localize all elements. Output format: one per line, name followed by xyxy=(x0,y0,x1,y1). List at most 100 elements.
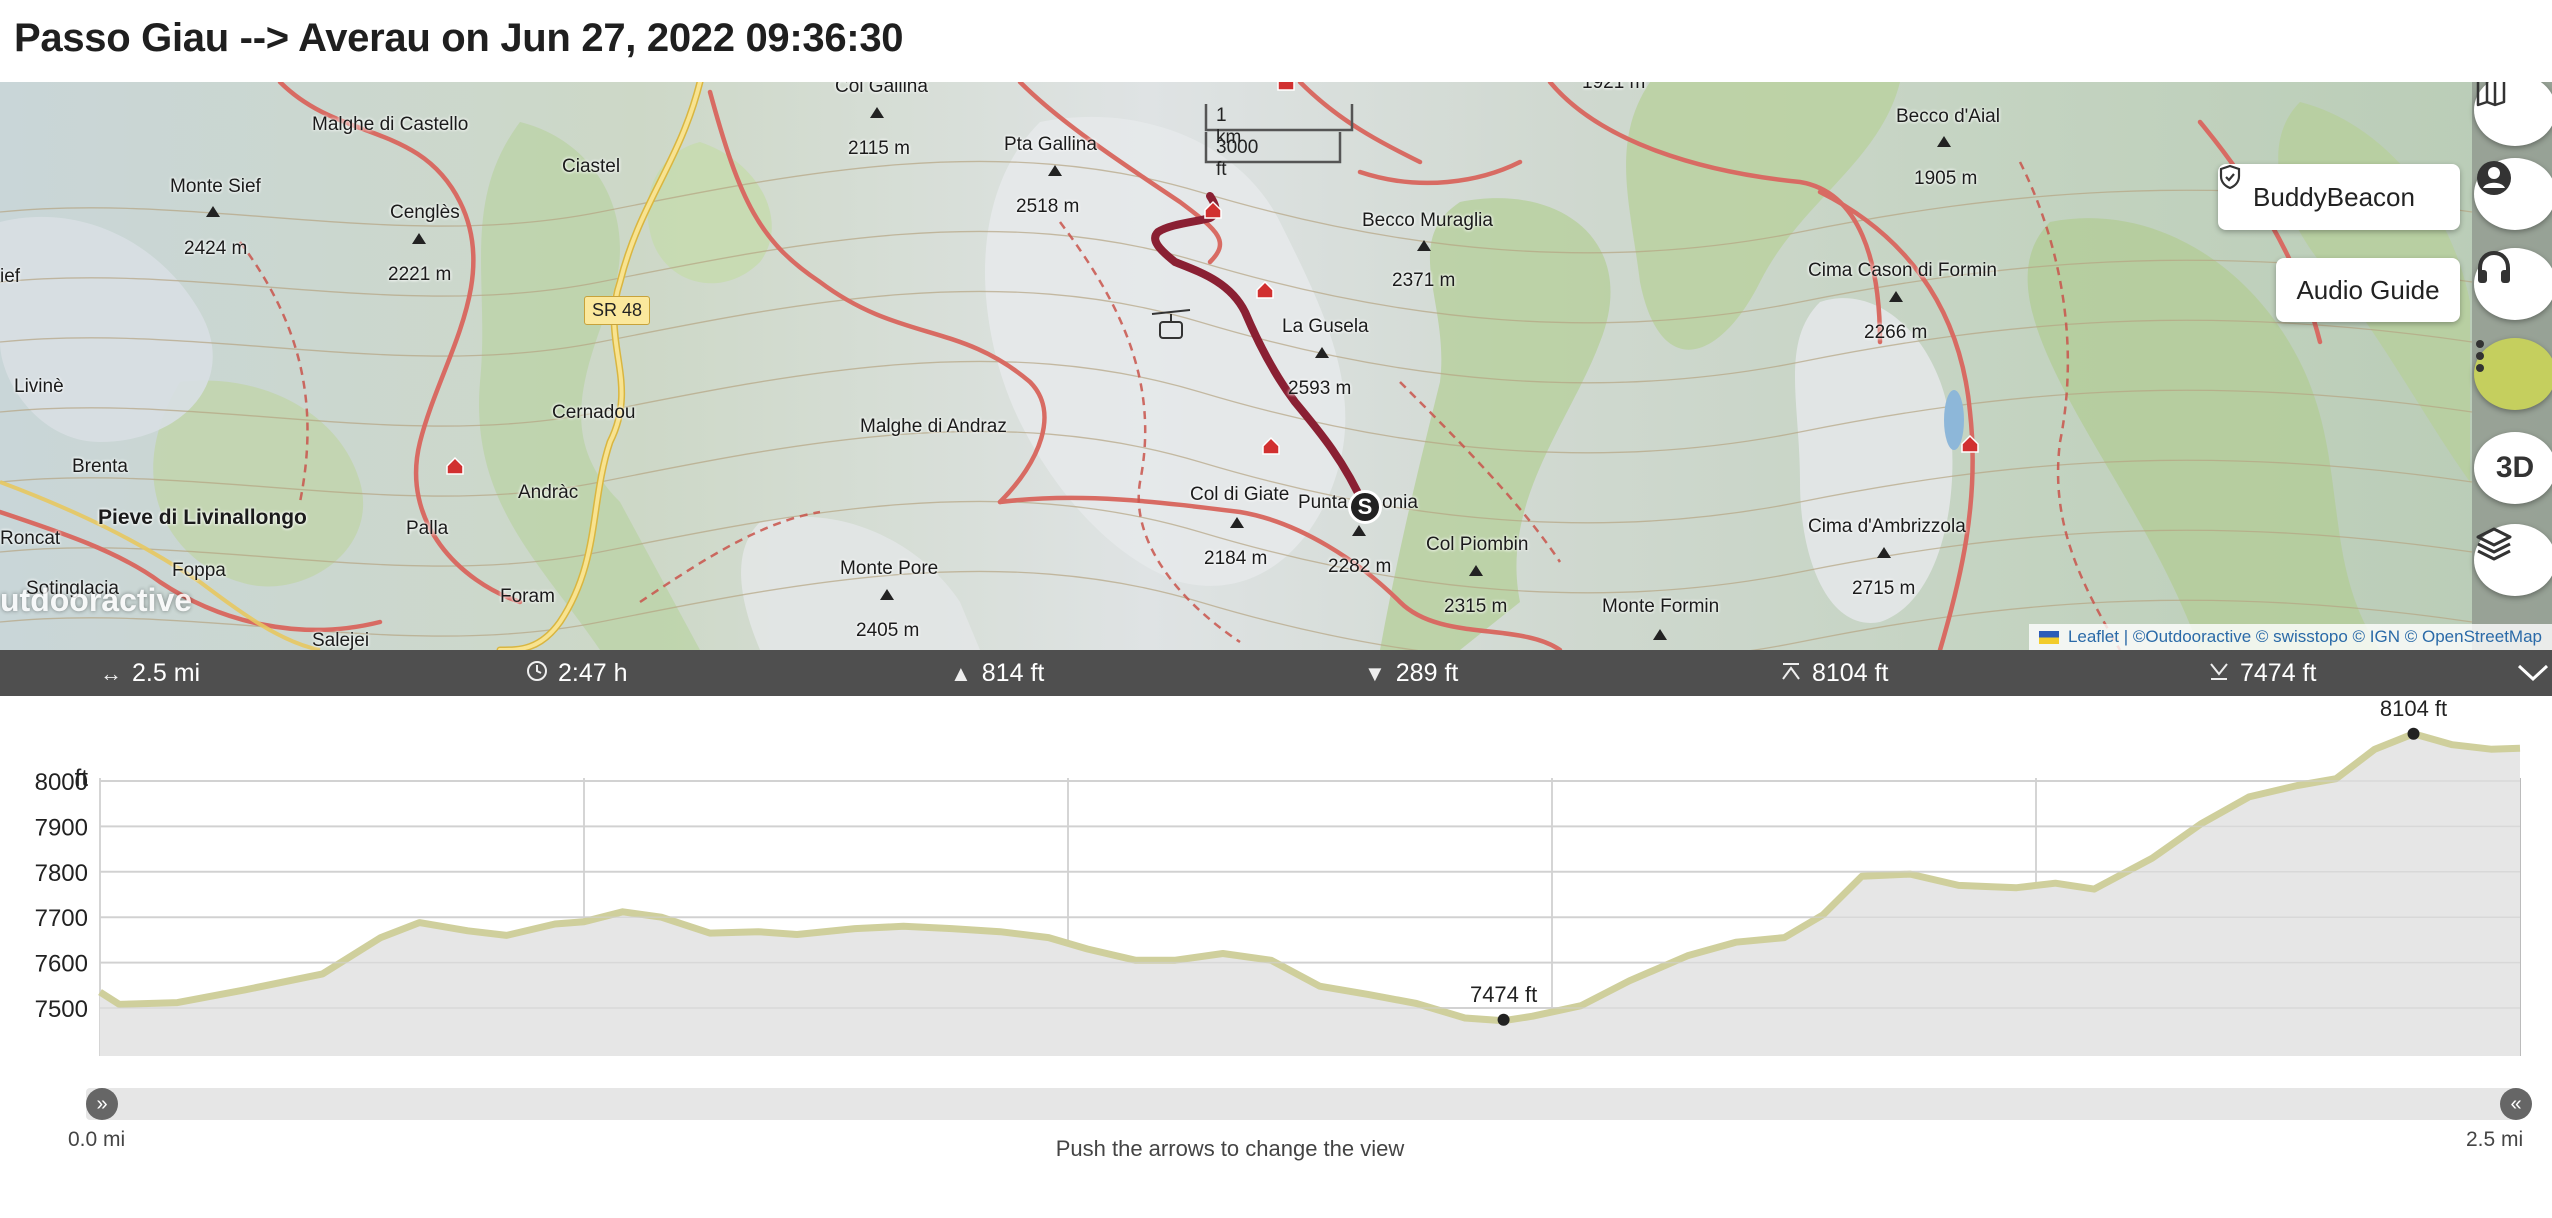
map-place-label: Malghe di Andraz xyxy=(860,416,1007,437)
map-attribution[interactable]: Leaflet | ©Outdooractive © swisstopo © I… xyxy=(2029,624,2552,650)
map-place-label: Col di Giate xyxy=(1190,484,1290,505)
stat-max-altitude-value: 8104 ft xyxy=(1812,659,1889,687)
map-place-label: Becco Muraglia xyxy=(1362,210,1493,231)
slider-end-handle[interactable]: « xyxy=(2500,1088,2532,1120)
map-place-label: 2715 m xyxy=(1852,578,1916,599)
annotation-label: 7474 ft xyxy=(1470,982,1537,1007)
range-slider: » « 0.0 mi 2.5 mi Push the arrows to cha… xyxy=(0,1080,2552,1218)
map-place-label: 1905 m xyxy=(1914,168,1978,189)
audio-guide-button[interactable]: Audio Guide xyxy=(2276,258,2460,322)
y-tick-label: 7900 xyxy=(35,814,88,841)
double-chevron-right-icon: » xyxy=(96,1092,108,1115)
stat-distance: ↔ 2.5 mi xyxy=(100,659,200,688)
map-place-label: La Gusela xyxy=(1282,316,1369,337)
map-place-label: Palla xyxy=(406,518,449,539)
y-tick-label: 7500 xyxy=(35,996,88,1023)
map-place-label: Cima d'Ambrizzola xyxy=(1808,516,1966,537)
map-place-label: 2221 m xyxy=(388,264,452,285)
peak-icon xyxy=(1048,165,1062,176)
map-place-label: Monte Sief xyxy=(170,176,261,197)
map-place-label: Brenta xyxy=(72,456,128,477)
map-place-label: Cernadou xyxy=(552,402,636,423)
peak-icon xyxy=(1417,240,1431,251)
annotation-point xyxy=(2407,727,2420,740)
descent-icon: ▼ xyxy=(1364,660,1386,686)
annotation-point xyxy=(1497,1013,1510,1026)
stat-min-altitude-value: 7474 ft xyxy=(2240,659,2317,687)
elevation-profile[interactable]: 750076007700780079008000ft0.0 mi0.5 mi1.… xyxy=(0,696,2552,1096)
ukraine-flag-icon xyxy=(2039,631,2060,645)
map-place-label: 2115 m xyxy=(848,138,910,159)
annotation-label: 8104 ft xyxy=(2380,696,2447,721)
slider-hint: Push the arrows to change the view xyxy=(1055,1136,1405,1161)
map-place-label: ief xyxy=(0,266,21,287)
map-place-label: Punta xyxy=(1298,492,1348,513)
min-altitude-icon xyxy=(2208,661,2230,687)
peak-icon xyxy=(1889,291,1903,302)
audio-guide-toggle-button[interactable] xyxy=(2474,248,2552,320)
distance-icon: ↔ xyxy=(100,660,122,686)
peak-icon xyxy=(870,107,884,118)
stat-descent: ▼ 289 ft xyxy=(1364,659,1458,688)
stat-ascent-value: 814 ft xyxy=(981,659,1045,687)
map-layers-button[interactable] xyxy=(2474,524,2552,596)
map-place-label: 2424 m xyxy=(184,238,248,259)
scale-ft: 3000 ft xyxy=(1216,137,1259,180)
map-place-label: Livinè xyxy=(14,376,64,397)
map-place-label: Col Piombin xyxy=(1426,534,1529,555)
map-place-label: Andràc xyxy=(518,482,579,503)
peak-icon xyxy=(1937,136,1951,147)
map-place-label: Salejei xyxy=(312,630,370,650)
slider-start-handle[interactable]: » xyxy=(86,1088,118,1120)
title-bar: Passo Giau --> Averau on Jun 27, 2022 09… xyxy=(0,0,2552,82)
chevron-down-icon xyxy=(2516,662,2550,690)
more-options-button[interactable] xyxy=(2474,338,2552,410)
buddybeacon-toggle-button[interactable] xyxy=(2474,158,2552,230)
collapse-stats-button[interactable] xyxy=(2516,660,2550,691)
map-place-label: 2282 m xyxy=(1328,556,1392,577)
stat-min-altitude: 7474 ft xyxy=(2208,659,2316,688)
road-badge: SR 48 xyxy=(584,296,651,325)
ascent-icon: ▲ xyxy=(950,660,972,686)
map-place-label: Pieve di Livinallongo xyxy=(98,506,307,529)
map-place-label: Monte Formin xyxy=(1602,596,1720,617)
map-place-label: Pta Gallina xyxy=(1004,134,1097,155)
map-place-label: 2315 m xyxy=(1444,596,1508,617)
elevation-chart: 750076007700780079008000ft0.0 mi0.5 mi1.… xyxy=(35,696,2521,1056)
y-tick-label: 7700 xyxy=(35,905,88,932)
map-place-label: 2518 m xyxy=(1016,196,1080,217)
peak-icon xyxy=(412,233,426,244)
route-start-marker[interactable]: S xyxy=(1348,490,1382,524)
map-place-label: Monte Pore xyxy=(840,558,939,579)
y-axis-unit-label: ft xyxy=(75,765,89,792)
map-view[interactable]: Col Gallina 2115 m Malghe di Castello Monte… xyxy=(0,82,2552,650)
map-place-label: 2266 m xyxy=(1864,322,1928,343)
slider-track[interactable] xyxy=(86,1088,2518,1120)
stat-ascent: ▲ 814 ft xyxy=(950,659,1044,688)
map-place-label: Cenglès xyxy=(390,202,460,223)
3d-view-button[interactable]: 3D xyxy=(2474,432,2552,504)
stat-distance-value: 2.5 mi xyxy=(132,659,201,687)
page-title: Passo Giau --> Averau on Jun 27, 2022 09… xyxy=(14,16,904,60)
slider-end-label: 2.5 mi xyxy=(2466,1128,2524,1151)
buddybeacon-label: BuddyBeacon xyxy=(2253,181,2415,212)
map-place-label: Foram xyxy=(500,586,555,607)
map-place-label: Col Gallina xyxy=(835,82,928,97)
peak-icon xyxy=(1230,517,1244,528)
map-place-label: 2593 m xyxy=(1288,378,1352,399)
max-altitude-icon xyxy=(1780,661,1802,687)
peak-icon xyxy=(1315,347,1329,358)
peak-icon xyxy=(880,589,894,600)
stat-duration: 2:47 h xyxy=(526,659,628,688)
buddybeacon-button[interactable]: BuddyBeacon xyxy=(2218,164,2460,230)
clock-icon xyxy=(526,660,548,688)
y-tick-label: 7800 xyxy=(35,860,88,887)
attribution-text: Leaflet | ©Outdooractive © swisstopo © I… xyxy=(2067,627,2542,646)
peak-icon xyxy=(206,206,220,217)
watermark: utdooractive xyxy=(0,582,193,618)
map-place-label: Malghe di Castello xyxy=(312,114,469,135)
map-place-label: Roncat xyxy=(0,528,61,549)
stats-bar: ↔ 2.5 mi 2:47 h ▲ 814 ft ▼ 289 ft 8104 f… xyxy=(0,650,2552,696)
map-place-label: 1921 m xyxy=(1582,82,1646,93)
peak-icon xyxy=(1352,525,1366,536)
